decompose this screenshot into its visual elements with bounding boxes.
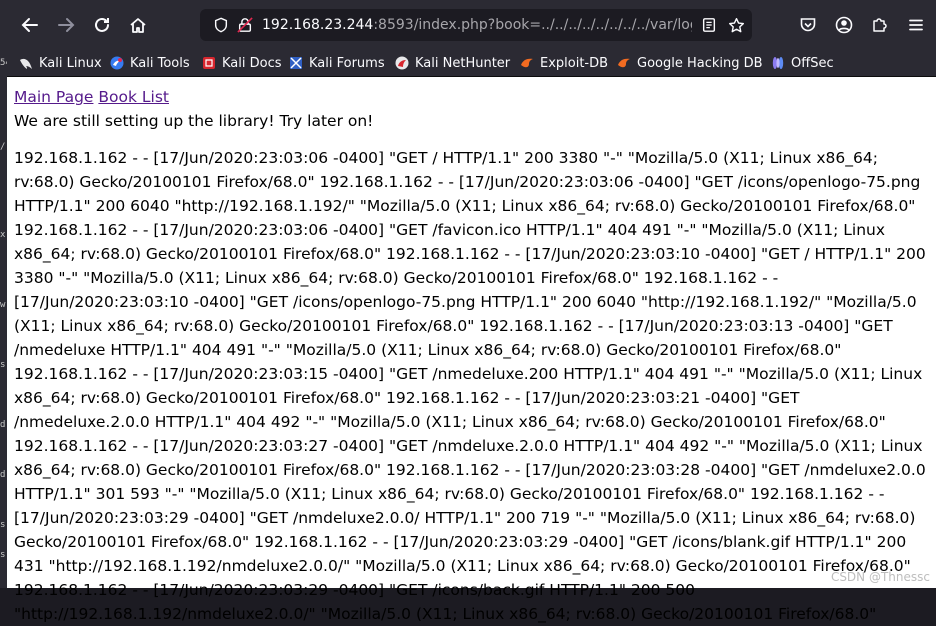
pocket-button[interactable]: [795, 12, 821, 38]
bookmark-google-hacking-db[interactable]: Google Hacking DB: [617, 53, 763, 73]
bookmarks-toolbar: Kali Linux Kali Tools Kali Docs Kali For…: [7, 50, 936, 77]
background-terminal: 54/x w s d d s s: [0, 0, 11, 588]
url-path: :8593/index.php?book=../../../../../../.…: [373, 17, 692, 33]
bookmark-label: Kali NetHunter: [415, 55, 511, 71]
navigation-toolbar: 192.168.23.244:8593/index.php?book=../..…: [7, 0, 936, 50]
pocket-icon: [800, 18, 816, 32]
account-icon: [835, 16, 853, 34]
back-button[interactable]: [16, 11, 44, 39]
bookmark-label: Kali Linux: [39, 55, 102, 71]
bookmark-kali-linux[interactable]: Kali Linux: [19, 53, 102, 73]
reload-icon: [95, 17, 109, 32]
home-icon: [130, 18, 146, 33]
bookmark-kali-nethunter[interactable]: Kali NetHunter: [395, 53, 510, 73]
watermark: CSDN @Thnessc: [830, 570, 930, 584]
url-host: 192.168.23.244: [262, 17, 374, 33]
reader-view-icon[interactable]: [700, 16, 718, 34]
bookmark-exploit-db[interactable]: Exploit-DB: [520, 53, 608, 73]
nav-links: Main Page Book List: [14, 86, 930, 108]
puzzle-icon: [873, 18, 887, 32]
tracking-protection-icon[interactable]: [212, 16, 230, 34]
browser-window: 192.168.23.244:8593/index.php?book=../..…: [7, 0, 936, 623]
bookmark-label: Kali Tools: [130, 55, 190, 71]
reload-button[interactable]: [88, 11, 116, 39]
bookmark-star-icon[interactable]: [727, 16, 745, 34]
bookmark-offsec[interactable]: OffSec: [771, 53, 834, 73]
page-content: Main Page Book List We are still setting…: [14, 86, 930, 626]
bookmark-label: Google Hacking DB: [637, 55, 763, 71]
kali-dragon-icon: [20, 58, 32, 69]
book-list-link[interactable]: Book List: [98, 88, 169, 106]
bookmark-kali-forums[interactable]: Kali Forums: [289, 53, 385, 73]
back-arrow-icon: [21, 18, 38, 32]
kali-forums-icon: [290, 57, 302, 69]
nethunter-icon: [395, 56, 409, 70]
exploitdb-icon: [521, 58, 533, 68]
home-button[interactable]: [124, 11, 152, 39]
kali-docs-icon: [203, 57, 215, 69]
bookmark-kali-docs[interactable]: Kali Docs: [202, 53, 282, 73]
bookmark-label: Kali Docs: [222, 55, 282, 71]
forward-arrow-icon: [58, 18, 75, 32]
menu-button[interactable]: [903, 12, 929, 38]
bookmark-label: OffSec: [791, 55, 834, 71]
url-text[interactable]: 192.168.23.244:8593/index.php?book=../..…: [262, 16, 692, 34]
insecure-lock-icon[interactable]: [236, 16, 254, 34]
ghdb-icon: [618, 58, 630, 68]
address-bar[interactable]: 192.168.23.244:8593/index.php?book=../..…: [200, 9, 752, 41]
bookmark-label: Exploit-DB: [540, 55, 609, 71]
apache-access-log: 192.168.1.162 - - [17/Jun/2020:23:03:06 …: [14, 149, 926, 623]
status-message: We are still setting up the library! Try…: [14, 112, 374, 130]
extensions-button[interactable]: [867, 12, 893, 38]
offsec-icon: [772, 57, 784, 69]
forward-button[interactable]: [52, 11, 80, 39]
bookmark-label: Kali Forums: [309, 55, 385, 71]
bookmark-kali-tools[interactable]: Kali Tools: [110, 53, 190, 73]
account-button[interactable]: [831, 12, 857, 38]
hamburger-menu-icon: [909, 19, 923, 31]
main-page-link[interactable]: Main Page: [14, 88, 93, 106]
kali-tools-icon: [110, 56, 124, 70]
